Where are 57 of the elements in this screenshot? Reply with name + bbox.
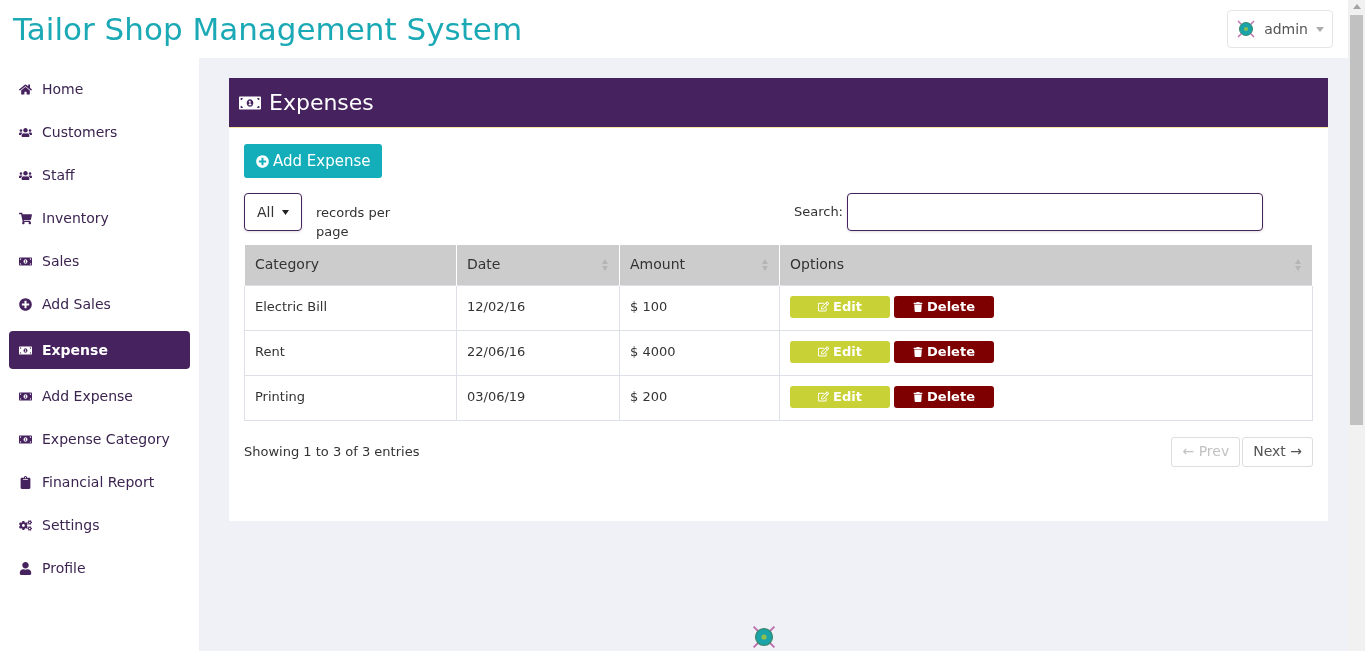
trash-icon [913, 346, 924, 357]
avatar-icon [1236, 19, 1257, 39]
sidebar-item[interactable]: Inventory [9, 202, 190, 234]
table-cell: Printing [244, 375, 457, 420]
sidebar-item[interactable]: Sales [9, 245, 190, 277]
users-icon [19, 125, 32, 139]
table-cell: $ 4000 [619, 330, 780, 375]
scrollbar-thumb[interactable] [1350, 15, 1363, 425]
sidebar-item[interactable]: Settings [9, 509, 190, 541]
scrollbar[interactable] [1348, 0, 1365, 651]
column-header[interactable]: Date [456, 245, 620, 285]
table-cell: 12/02/16 [456, 285, 620, 330]
cart-icon [19, 211, 32, 225]
sidebar-item[interactable]: Expense Category [9, 423, 190, 455]
page-size-label: records per page [316, 204, 392, 241]
table-cell: Electric Bill [244, 285, 457, 330]
delete-button[interactable]: Delete [894, 385, 994, 408]
delete-button[interactable]: Delete [894, 340, 994, 363]
sidebar-item[interactable]: Home [9, 73, 190, 105]
logo-icon [750, 624, 777, 650]
sidebar-item[interactable]: Expense [9, 331, 190, 369]
column-header[interactable]: Amount [619, 245, 780, 285]
table-cell: 03/06/19 [456, 375, 620, 420]
trash-icon [913, 301, 924, 312]
column-header[interactable]: Category [244, 245, 457, 285]
panel-title: Expenses [269, 89, 374, 117]
caret-icon [282, 209, 289, 215]
users-icon [19, 168, 32, 182]
sidebar-item[interactable]: Profile [9, 552, 190, 584]
table-cell: $ 200 [619, 375, 780, 420]
delete-button[interactable]: Delete [894, 295, 994, 318]
edit-icon [818, 391, 830, 402]
entries-info: Showing 1 to 3 of 3 entries [244, 442, 420, 461]
clipboard-icon [19, 475, 32, 489]
sidebar-item[interactable]: Customers [9, 116, 190, 148]
user-icon [19, 561, 32, 575]
scroll-up-icon [1352, 4, 1361, 9]
user-menu-button[interactable]: admin [1227, 10, 1333, 48]
sidebar-item[interactable]: Add Sales [9, 288, 190, 320]
home-icon [19, 82, 32, 96]
app-title: Tailor Shop Management System [13, 13, 523, 45]
trash-icon [913, 391, 924, 402]
edit-icon [818, 346, 830, 357]
table-cell: 22/06/16 [456, 330, 620, 375]
caret-icon [1316, 26, 1324, 32]
pagination-button[interactable]: Next → [1242, 436, 1313, 467]
edit-icon [818, 301, 830, 312]
search-field[interactable] [847, 193, 1263, 231]
sidebar-item[interactable]: Staff [9, 159, 190, 191]
table-cell: Rent [244, 330, 457, 375]
gears-icon [19, 518, 32, 532]
page-size-select[interactable]: All [244, 193, 302, 231]
sidebar-item[interactable]: Financial Report [9, 466, 190, 498]
search-label: Search: [793, 203, 843, 222]
column-header[interactable]: Options [779, 245, 1313, 285]
table-cell: $ 100 [619, 285, 780, 330]
sidebar-item[interactable]: Add Expense [9, 380, 190, 412]
